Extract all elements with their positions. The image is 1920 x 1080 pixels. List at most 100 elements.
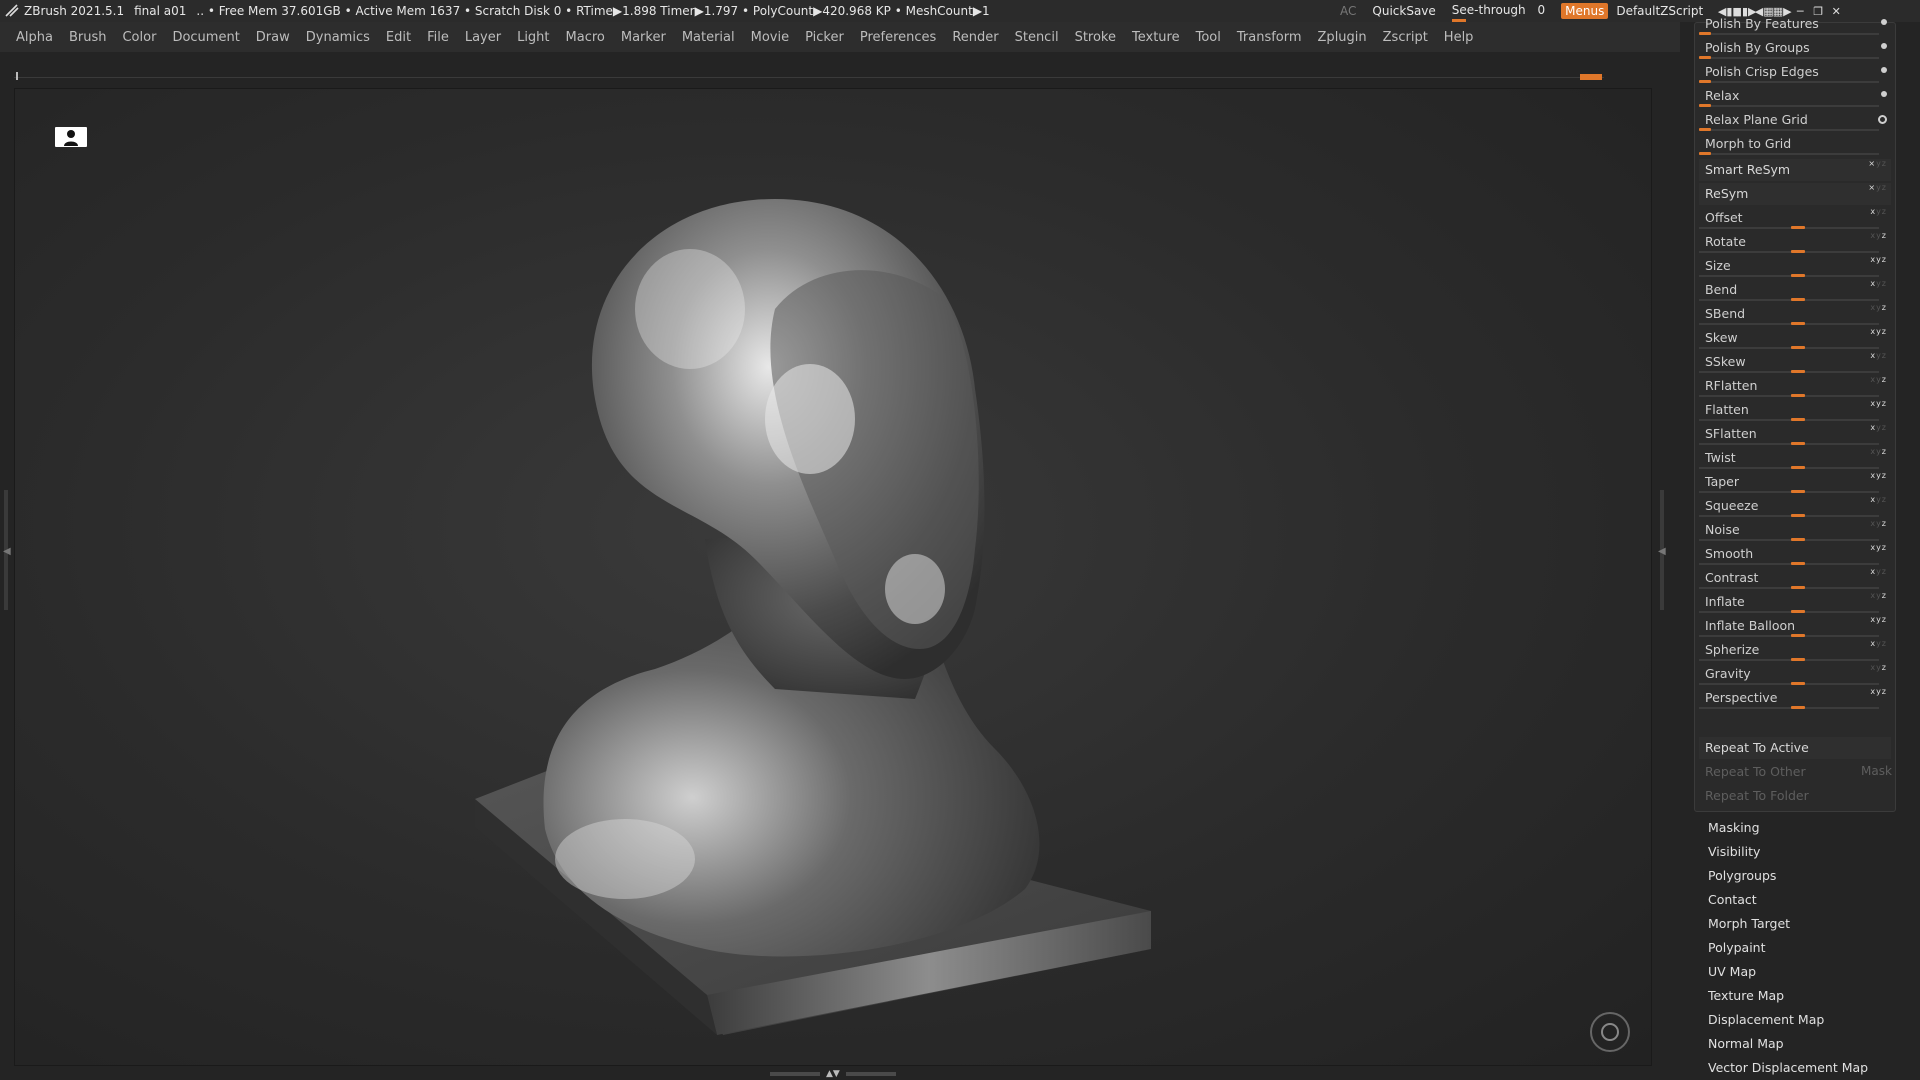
slider-track[interactable] [1699,562,1879,565]
subpalette-uv-map[interactable]: UV Map [1708,964,1756,979]
repeat-to-active-button[interactable]: Repeat To Active [1699,737,1891,759]
slider-track[interactable] [1699,322,1879,325]
deform-morph-to-grid[interactable]: Morph to Grid [1699,133,1891,155]
right-tray-arrow-icon[interactable]: ◀ [1658,546,1666,557]
slider-track[interactable] [1699,250,1879,253]
toggle-hollow-icon[interactable] [1878,115,1887,124]
menu-light[interactable]: Light [517,30,549,45]
deform-skew-slider[interactable]: Skew xyz [1699,327,1891,349]
slider-knob[interactable] [1791,418,1805,421]
subpalette-visibility[interactable]: Visibility [1708,844,1760,859]
slider-track[interactable] [1699,394,1879,397]
menu-marker[interactable]: Marker [621,30,666,45]
subpalette-normal-map[interactable]: Normal Map [1708,1036,1784,1051]
axis-toggle-icon[interactable]: xyz [1870,351,1887,360]
deform-inflate-slider[interactable]: Inflate xyz [1699,591,1891,613]
timeline[interactable] [14,72,1604,80]
menu-brush[interactable]: Brush [69,30,107,45]
see-through-slider[interactable]: See-through 0 [1451,3,1545,22]
menu-material[interactable]: Material [682,30,735,45]
menu-movie[interactable]: Movie [751,30,789,45]
menu-alpha[interactable]: Alpha [16,30,53,45]
menu-zplugin[interactable]: Zplugin [1318,30,1367,45]
deform-smart-resym-button[interactable]: Smart ReSym ×yz [1699,159,1891,181]
axis-toggle-icon[interactable]: xyz [1870,303,1887,312]
deform-resym-button[interactable]: ReSym ×yz [1699,183,1891,205]
axis-toggle-icon[interactable]: xyz [1870,687,1887,696]
slider-track[interactable] [1699,490,1879,493]
subpalette-texture-map[interactable]: Texture Map [1708,988,1784,1003]
toggle-dot-icon[interactable] [1881,43,1887,49]
deform-relax-plane-grid[interactable]: Relax Plane Grid [1699,109,1891,131]
axis-toggle-icon[interactable]: xyz [1870,423,1887,432]
menu-preferences[interactable]: Preferences [860,30,936,45]
slider-knob[interactable] [1791,346,1805,349]
deform-bend-slider[interactable]: Bend xyz [1699,279,1891,301]
toggle-dot-icon[interactable] [1881,19,1887,25]
axis-toggle-icon[interactable]: xyz [1870,375,1887,384]
axis-toggle-icon[interactable]: xyz [1870,663,1887,672]
axis-toggle-icon[interactable]: xyz [1870,567,1887,576]
menu-dynamics[interactable]: Dynamics [306,30,370,45]
menu-edit[interactable]: Edit [386,30,411,45]
subpalette-morph-target[interactable]: Morph Target [1708,916,1790,931]
slider-track[interactable] [1699,442,1879,445]
deform-polish-by-features[interactable]: Polish By Features [1699,13,1891,35]
timeline-knob[interactable] [1580,74,1602,80]
axis-toggle-icon[interactable]: xyz [1870,279,1887,288]
canvas-viewport[interactable] [14,88,1652,1066]
slider-track[interactable] [1699,80,1879,83]
menu-document[interactable]: Document [172,30,239,45]
deform-noise-slider[interactable]: Noise xyz [1699,519,1891,541]
deform-perspective-slider[interactable]: Perspective xyz [1699,687,1891,709]
bottom-tray-handle[interactable]: ▲▼ [770,1069,900,1079]
deform-sskew-slider[interactable]: SSkew xyz [1699,351,1891,373]
slider-track[interactable] [1699,128,1879,131]
deform-taper-slider[interactable]: Taper xyz [1699,471,1891,493]
axis-toggle-icon[interactable]: xyz [1870,255,1887,264]
slider-track[interactable] [1699,682,1879,685]
slider-track[interactable] [1699,418,1879,421]
axis-toggle-icon[interactable]: xyz [1870,471,1887,480]
subpalette-contact[interactable]: Contact [1708,892,1757,907]
deform-flatten-slider[interactable]: Flatten xyz [1699,399,1891,421]
axis-toggle-icon[interactable]: xyz [1870,591,1887,600]
deform-polish-crisp-edges[interactable]: Polish Crisp Edges [1699,61,1891,83]
menus-toggle[interactable]: Menus [1561,3,1609,19]
menu-picker[interactable]: Picker [805,30,844,45]
menu-color[interactable]: Color [122,30,156,45]
ac-button[interactable]: AC [1340,4,1356,18]
axis-toggle-icon[interactable]: xyz [1870,207,1887,216]
slider-knob[interactable] [1791,634,1805,637]
axis-toggle-icon[interactable]: xyz [1870,399,1887,408]
menu-file[interactable]: File [427,30,449,45]
slider-knob[interactable] [1791,586,1805,589]
menu-transform[interactable]: Transform [1237,30,1302,45]
deform-offset-slider[interactable]: Offset xyz [1699,207,1891,229]
menu-stroke[interactable]: Stroke [1075,30,1116,45]
quicksave-button[interactable]: QuickSave [1372,4,1435,18]
deform-contrast-slider[interactable]: Contrast xyz [1699,567,1891,589]
menu-help[interactable]: Help [1444,30,1474,45]
menu-draw[interactable]: Draw [256,30,290,45]
bottom-tray-arrows-icon[interactable]: ▲▼ [826,1069,840,1079]
menu-render[interactable]: Render [952,30,998,45]
slider-knob[interactable] [1791,682,1805,685]
slider-knob[interactable] [1791,274,1805,277]
toggle-dot-icon[interactable] [1881,67,1887,73]
subpalette-polypaint[interactable]: Polypaint [1708,940,1766,955]
slider-knob[interactable] [1791,250,1805,253]
repeat-to-folder-button[interactable]: Repeat To Folder [1699,785,1891,807]
axis-toggle-icon[interactable]: xyz [1870,327,1887,336]
deform-squeeze-slider[interactable]: Squeeze xyz [1699,495,1891,517]
navigation-gizmo[interactable] [1590,1012,1630,1052]
axis-toggle-icon[interactable]: xyz [1870,615,1887,624]
slider-track[interactable] [1699,56,1879,59]
deform-gravity-slider[interactable]: Gravity xyz [1699,663,1891,685]
deform-spherize-slider[interactable]: Spherize xyz [1699,639,1891,661]
slider-track[interactable] [1699,466,1879,469]
slider-track[interactable] [1699,370,1879,373]
mask-toggle[interactable]: Mask [1861,764,1892,778]
slider-knob[interactable] [1791,394,1805,397]
menu-stencil[interactable]: Stencil [1015,30,1059,45]
